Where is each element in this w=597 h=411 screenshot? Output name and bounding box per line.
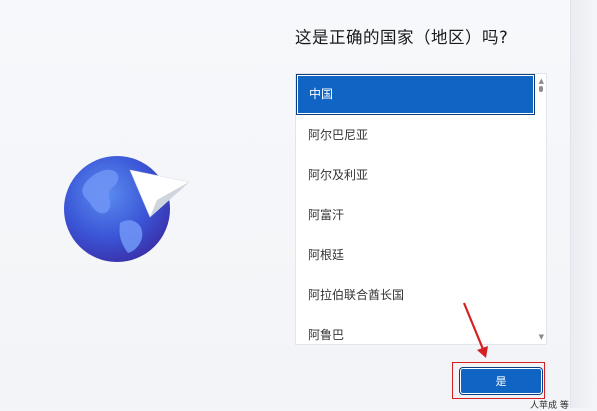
yes-button[interactable]: 是 [460, 368, 542, 394]
list-item[interactable]: 阿尔及利亚 [296, 155, 535, 195]
corner-text: 人苹成 等 [530, 401, 569, 411]
list-item[interactable]: 阿拉伯联合酋长国 [296, 275, 535, 315]
list-item-selected[interactable]: 中国 [296, 74, 535, 115]
setup-window: 这是正确的国家（地区）吗? 中国 阿尔巴尼亚 阿尔及利亚 阿富汗 阿根廷 阿拉伯联合酋长国… [0, 0, 570, 408]
list-item[interactable]: 阿鲁巴 [296, 315, 535, 344]
scrollbar-thumb[interactable] [539, 86, 543, 92]
chevron-up-icon[interactable]: ▲ [539, 77, 544, 85]
list-item[interactable]: 阿富汗 [296, 195, 535, 235]
side-panel-edge [570, 0, 597, 408]
page-title: 这是正确的国家（地区）吗? [295, 28, 509, 47]
globe-with-paper-plane-icon [64, 156, 190, 262]
red-arrow-icon [462, 302, 488, 358]
region-list[interactable]: 中国 阿尔巴尼亚 阿尔及利亚 阿富汗 阿根廷 阿拉伯联合酋长国 阿鲁巴 ▲ ▼ [295, 73, 547, 345]
list-item[interactable]: 阿根廷 [296, 235, 535, 275]
list-item[interactable]: 阿尔巴尼亚 [296, 115, 535, 155]
list-scrollbar[interactable]: ▲ ▼ [535, 74, 546, 344]
region-list-items: 中国 阿尔巴尼亚 阿尔及利亚 阿富汗 阿根廷 阿拉伯联合酋长国 阿鲁巴 [296, 74, 535, 344]
chevron-down-icon[interactable]: ▼ [539, 333, 544, 341]
